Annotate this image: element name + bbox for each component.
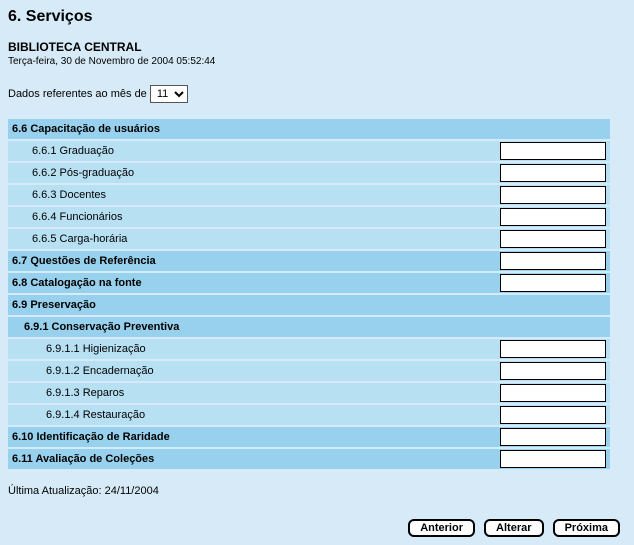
row-6-6-2: 6.6.2 Pós-graduação xyxy=(8,163,610,185)
input-6-6-1[interactable] xyxy=(500,142,606,160)
section-6-9-header: 6.9 Preservação xyxy=(8,295,610,317)
page-subtitle: BIBLIOTECA CENTRAL xyxy=(8,40,626,54)
next-button[interactable]: Próxima xyxy=(553,519,620,537)
button-bar: Anterior Alterar Próxima xyxy=(8,519,626,537)
input-6-9-1-2[interactable] xyxy=(500,362,606,380)
input-6-9-1-1[interactable] xyxy=(500,340,606,358)
label-6-8: 6.8 Catalogação na fonte xyxy=(12,277,496,289)
row-6-9-1-2: 6.9.1.2 Encadernação xyxy=(8,361,610,383)
row-6-7: 6.7 Questões de Referência xyxy=(8,251,610,273)
section-6-9-label: 6.9 Preservação xyxy=(12,299,606,311)
label-6-9-1-2: 6.9.1.2 Encadernação xyxy=(12,365,496,377)
row-6-9-1-4: 6.9.1.4 Restauração xyxy=(8,405,610,427)
row-6-8: 6.8 Catalogação na fonte xyxy=(8,273,610,295)
prev-button[interactable]: Anterior xyxy=(408,519,475,537)
alter-button[interactable]: Alterar xyxy=(484,519,543,537)
label-6-6-5: 6.6.5 Carga-horária xyxy=(12,233,496,245)
label-6-11: 6.11 Avaliação de Coleções xyxy=(12,453,496,465)
section-6-6-label: 6.6 Capacitação de usuários xyxy=(12,123,606,135)
input-6-6-3[interactable] xyxy=(500,186,606,204)
input-6-7[interactable] xyxy=(500,252,606,270)
input-6-11[interactable] xyxy=(500,450,606,468)
input-6-10[interactable] xyxy=(500,428,606,446)
row-6-6-3: 6.6.3 Docentes xyxy=(8,185,610,207)
section-6-6-header: 6.6 Capacitação de usuários xyxy=(8,119,610,141)
input-6-8[interactable] xyxy=(500,274,606,292)
label-6-9-1-1: 6.9.1.1 Higienização xyxy=(12,343,496,355)
month-select[interactable]: 11 xyxy=(150,85,188,103)
section-6-9-1-label: 6.9.1 Conservação Preventiva xyxy=(12,321,606,333)
label-6-9-1-3: 6.9.1.3 Reparos xyxy=(12,387,496,399)
input-6-9-1-3[interactable] xyxy=(500,384,606,402)
row-6-9-1-3: 6.9.1.3 Reparos xyxy=(8,383,610,405)
row-6-9-1-1: 6.9.1.1 Higienização xyxy=(8,339,610,361)
last-update: Última Atualização: 24/11/2004 xyxy=(8,485,626,497)
input-6-6-4[interactable] xyxy=(500,208,606,226)
row-6-11: 6.11 Avaliação de Coleções xyxy=(8,449,610,471)
month-label: Dados referentes ao mês de xyxy=(8,88,147,100)
label-6-7: 6.7 Questões de Referência xyxy=(12,255,496,267)
input-6-6-2[interactable] xyxy=(500,164,606,182)
row-6-6-1: 6.6.1 Graduação xyxy=(8,141,610,163)
label-6-6-4: 6.6.4 Funcionários xyxy=(12,211,496,223)
section-6-9-1-header: 6.9.1 Conservação Preventiva xyxy=(8,317,610,339)
form-table: 6.6 Capacitação de usuários 6.6.1 Gradua… xyxy=(8,119,610,471)
page-timestamp: Terça-feira, 30 de Novembro de 2004 05:5… xyxy=(8,56,626,67)
page-title: 6. Serviços xyxy=(8,8,626,26)
label-6-6-2: 6.6.2 Pós-graduação xyxy=(12,167,496,179)
row-6-6-4: 6.6.4 Funcionários xyxy=(8,207,610,229)
label-6-9-1-4: 6.9.1.4 Restauração xyxy=(12,409,496,421)
row-6-6-5: 6.6.5 Carga-horária xyxy=(8,229,610,251)
label-6-10: 6.10 Identificação de Raridade xyxy=(12,431,496,443)
label-6-6-1: 6.6.1 Graduação xyxy=(12,145,496,157)
label-6-6-3: 6.6.3 Docentes xyxy=(12,189,496,201)
row-6-10: 6.10 Identificação de Raridade xyxy=(8,427,610,449)
input-6-6-5[interactable] xyxy=(500,230,606,248)
input-6-9-1-4[interactable] xyxy=(500,406,606,424)
